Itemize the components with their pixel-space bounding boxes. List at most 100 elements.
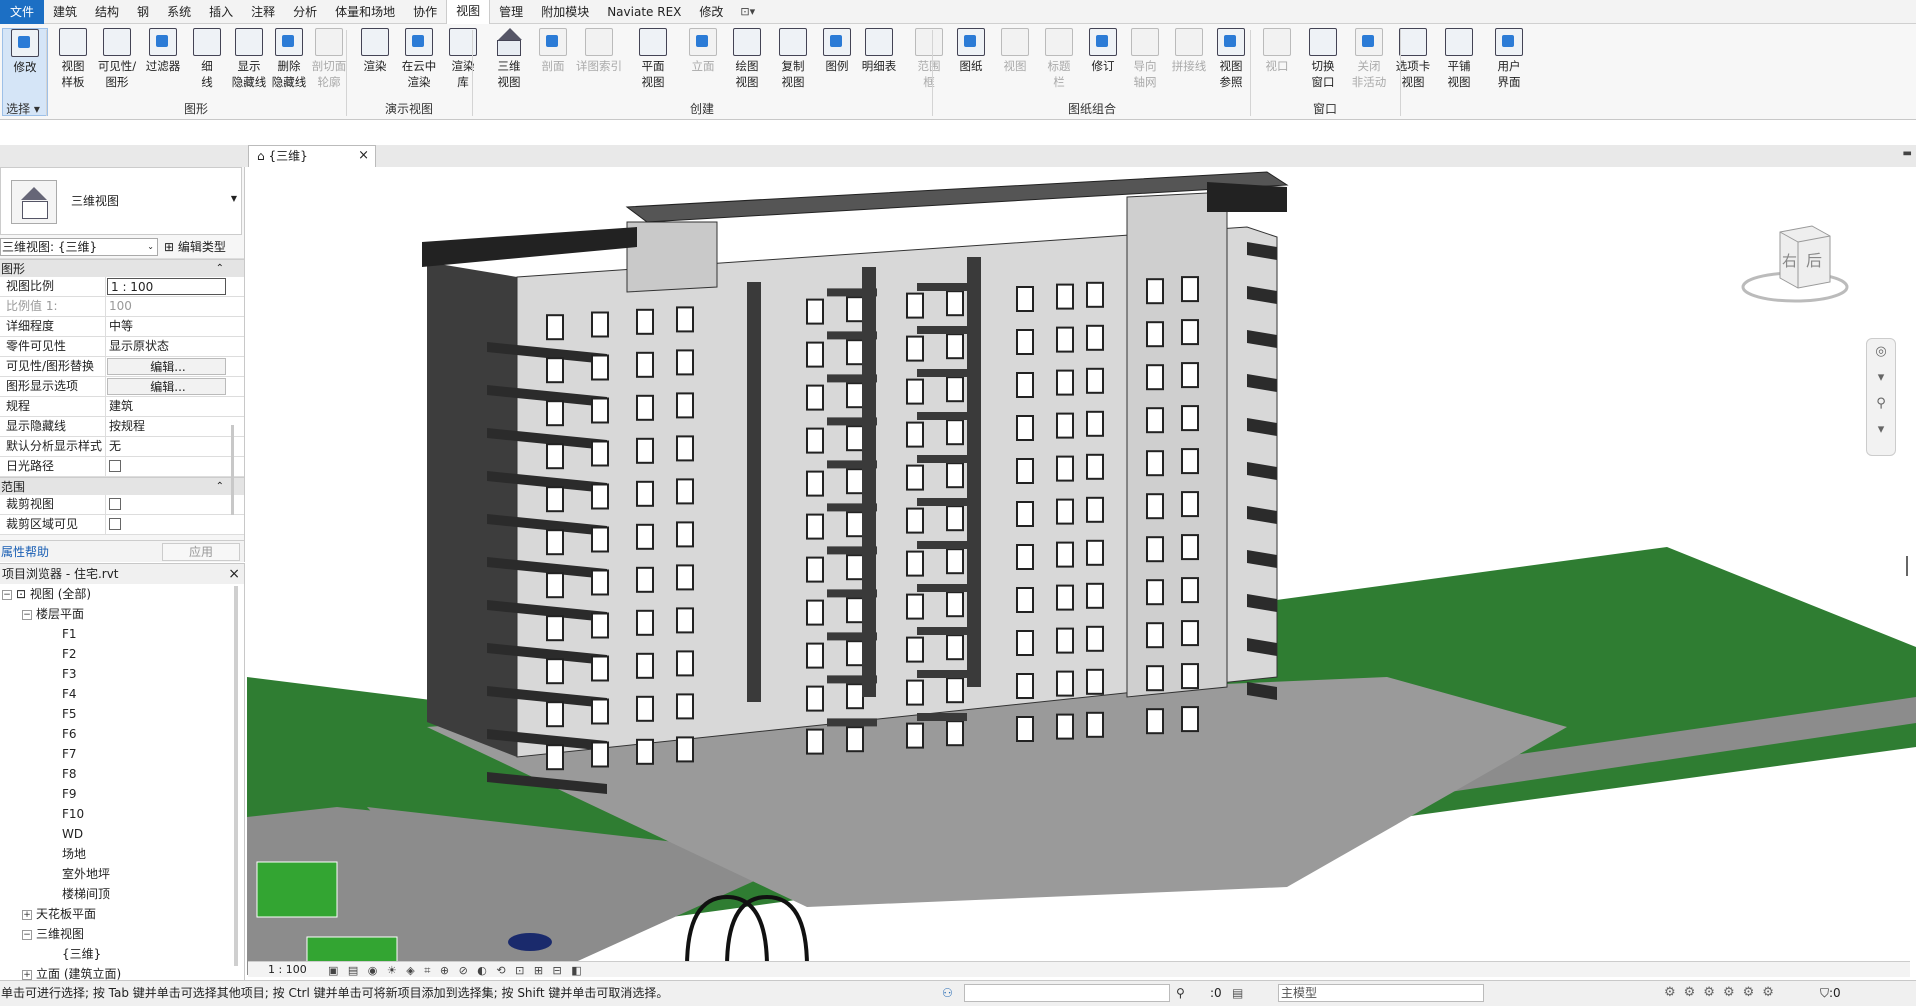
browser-node[interactable]: F8 [0, 764, 244, 784]
instance-selector[interactable]: 三维视图: {三维} ⌄ [0, 238, 158, 256]
browser-node[interactable]: F9 [0, 784, 244, 804]
menu-item-7[interactable]: 分析 [284, 0, 326, 24]
browser-node[interactable]: − ⊡ 视图 (全部) [0, 584, 244, 604]
menu-file[interactable]: 文件 [0, 0, 45, 24]
viewport-scroll-marker[interactable] [1906, 556, 1908, 576]
menu-item-12[interactable]: 附加模块 [532, 0, 598, 24]
browser-node[interactable]: WD [0, 824, 244, 844]
browser-scrollbar[interactable] [234, 586, 238, 966]
browser-node[interactable]: F1 [0, 624, 244, 644]
selection-option-icons[interactable]: ⚙⚙⚙⚙⚙⚙ [1664, 981, 1782, 1005]
checkbox[interactable] [109, 460, 121, 472]
menu-item-3[interactable]: 钢 [128, 0, 158, 24]
edit-type-button[interactable]: ⊞ 编辑类型 [164, 238, 226, 255]
quick-access-toolbar[interactable]: ⊡▾ [732, 5, 763, 18]
properties-help-link[interactable]: 属性帮助 [0, 545, 49, 559]
user-interface-button[interactable]: 用户 界面 [1486, 28, 1532, 90]
schedules-button[interactable]: 明细表 [856, 28, 902, 74]
tile-views-button[interactable]: 平铺 视图 [1436, 28, 1482, 90]
property-value[interactable]: 建筑 [106, 397, 226, 416]
properties-scrollbar[interactable] [231, 425, 234, 515]
collapse-icon[interactable]: − [22, 929, 32, 940]
steering-wheel-dropdown-icon[interactable]: ▾ [1867, 365, 1895, 391]
property-category[interactable]: 图形 ⌃ [0, 259, 244, 277]
browser-node[interactable]: F3 [0, 664, 244, 684]
expand-icon[interactable]: + [22, 909, 32, 920]
property-edit-button[interactable]: 编辑... [107, 378, 226, 395]
property-checkbox[interactable] [106, 495, 226, 514]
sheet-button[interactable]: 图纸 [948, 28, 994, 74]
property-category[interactable]: 范围 ⌃ [0, 477, 244, 495]
property-value[interactable]: 1 : 100 [107, 278, 226, 295]
browser-node[interactable]: F10 [0, 804, 244, 824]
chevron-down-icon[interactable]: ▼ [231, 194, 237, 203]
view-template-button[interactable]: 视图 样板 [50, 28, 96, 90]
cloud-render-button[interactable]: 在云中 渲染 [396, 28, 442, 90]
menu-item-8[interactable]: 体量和场地 [326, 0, 404, 24]
property-value[interactable]: 中等 [106, 317, 226, 336]
render-button[interactable]: 渲染 [352, 28, 398, 74]
expand-icon[interactable]: + [22, 969, 32, 980]
browser-node[interactable]: − 三维视图 [0, 924, 244, 944]
collapse-icon[interactable]: ⌃ [216, 478, 224, 496]
browser-node[interactable]: 室外地坪 [0, 864, 244, 884]
browser-node[interactable]: − 楼层平面 [0, 604, 244, 624]
menu-item-13[interactable]: Naviate REX [598, 0, 690, 24]
filters-button[interactable]: 过滤器 [140, 28, 186, 74]
checkbox[interactable] [109, 518, 121, 530]
tab-menu-icon[interactable]: ▬ [1903, 148, 1912, 159]
browser-node[interactable]: {三维} [0, 944, 244, 964]
thin-lines-button[interactable]: 细线 [184, 28, 230, 90]
filter-icon[interactable]: ⚲ [1176, 981, 1185, 1005]
visibility-button[interactable]: 可见性/图形 [94, 28, 140, 90]
zoom-icon[interactable]: ⚲ [1867, 391, 1895, 417]
3d-view-button[interactable]: 三维 视图 [486, 28, 532, 90]
menu-item-10[interactable]: 视图 [446, 0, 491, 24]
zoom-dropdown-icon[interactable]: ▾ [1867, 417, 1895, 443]
tab-views-button[interactable]: 选项卡 视图 [1390, 28, 1436, 90]
plan-views-button[interactable]: 平面 视图 [630, 28, 676, 90]
viewcube[interactable]: 右 后 [1740, 222, 1850, 315]
browser-close-button[interactable]: × [228, 564, 240, 584]
collapse-icon[interactable]: − [2, 589, 12, 600]
worksets-icon[interactable]: ⚇ [942, 981, 953, 1005]
render-gallery-button[interactable]: 渲染库 [440, 28, 486, 90]
property-value[interactable]: 按规程 [106, 417, 226, 436]
property-checkbox[interactable] [106, 515, 226, 534]
checkbox[interactable] [109, 498, 121, 510]
menu-item-1[interactable]: 建筑 [44, 0, 86, 24]
view-reference-button[interactable]: 视图 参照 [1208, 28, 1254, 90]
design-options-icon[interactable]: ▤ [1232, 981, 1243, 1005]
menu-item-4[interactable]: 系统 [158, 0, 200, 24]
property-checkbox[interactable] [106, 457, 226, 476]
model-dropdown[interactable]: 主模型 [1278, 984, 1484, 1002]
browser-node[interactable]: + 天花板平面 [0, 904, 244, 924]
view-tab-close-button[interactable]: × [358, 146, 369, 166]
property-value[interactable]: 无 [106, 437, 226, 456]
browser-node[interactable]: 楼梯间顶 [0, 884, 244, 904]
apply-button[interactable]: 应用 [162, 543, 240, 561]
3d-viewport[interactable] [247, 167, 1916, 975]
browser-node[interactable]: F2 [0, 644, 244, 664]
browser-node[interactable]: F7 [0, 744, 244, 764]
viewcube-left-face[interactable]: 右 [1782, 252, 1797, 270]
workset-dropdown[interactable] [964, 984, 1170, 1002]
property-edit-button[interactable]: 编辑... [107, 358, 226, 375]
property-value[interactable]: 显示原状态 [106, 337, 226, 356]
revisions-button[interactable]: 修订 [1080, 28, 1126, 74]
view-tab-3d[interactable]: ⌂ {三维} × [248, 145, 376, 167]
viewcube-back-face[interactable]: 后 [1806, 251, 1822, 270]
menu-item-6[interactable]: 注释 [242, 0, 284, 24]
duplicate-view-button[interactable]: 复制 视图 [770, 28, 816, 90]
legends-button[interactable]: 图例 [814, 28, 860, 74]
menu-item-14[interactable]: 修改 [690, 0, 732, 24]
steering-wheel-icon[interactable]: ◎ [1867, 339, 1895, 365]
type-selector[interactable]: 三维视图 ▼ [0, 167, 242, 235]
browser-node[interactable]: F6 [0, 724, 244, 744]
collapse-icon[interactable]: ⌃ [216, 260, 224, 278]
browser-node[interactable]: 场地 [0, 844, 244, 864]
view-scale[interactable]: 1 : 100 [268, 962, 307, 977]
browser-node[interactable]: F5 [0, 704, 244, 724]
browser-node[interactable]: F4 [0, 684, 244, 704]
menu-item-11[interactable]: 管理 [490, 0, 532, 24]
